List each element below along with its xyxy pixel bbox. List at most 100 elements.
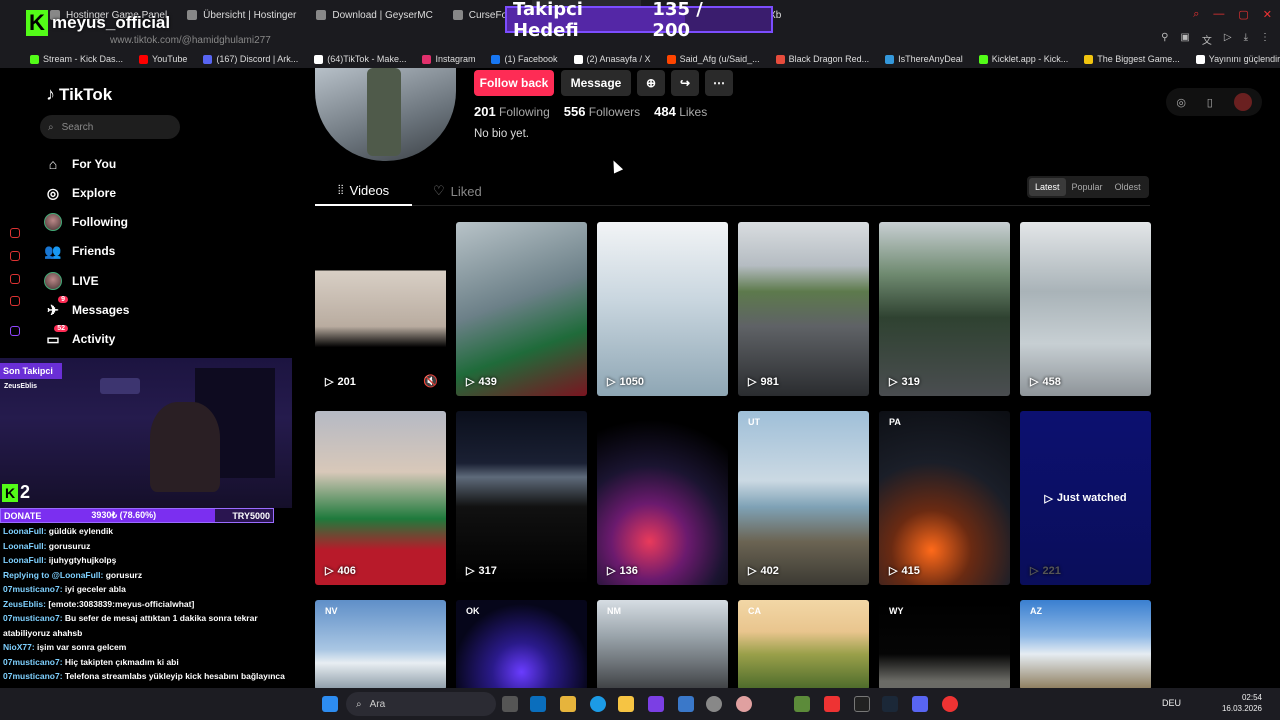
app-icon[interactable] xyxy=(736,696,752,712)
system-clock[interactable]: 02:54 16.03.2026 xyxy=(1222,692,1262,714)
add-friend-icon[interactable]: ⊕ xyxy=(637,70,665,96)
followers-stat[interactable]: 556 Followers xyxy=(564,104,640,119)
sidebar-item-activity[interactable]: ▭ 52 Activity xyxy=(44,325,115,351)
tiktok-logo[interactable]: ♪ TikTok xyxy=(46,84,112,105)
bookmark-item[interactable]: YouTube xyxy=(139,54,187,64)
following-stat[interactable]: 201 Following xyxy=(474,104,550,119)
extension-icon[interactable] xyxy=(10,296,20,306)
share-icon[interactable]: ↪ xyxy=(671,70,699,96)
bookmark-item[interactable]: IsThereAnyDeal xyxy=(885,54,963,64)
taskbar-search[interactable]: ⌕ Ara xyxy=(346,692,496,716)
message-button[interactable]: Message xyxy=(561,70,631,96)
tab-liked[interactable]: ♡ Liked xyxy=(433,176,493,206)
opera-gx-icon[interactable] xyxy=(942,696,958,712)
sort-popular[interactable]: Popular xyxy=(1066,178,1109,196)
more-icon[interactable]: ⋯ xyxy=(705,70,733,96)
bookmark-item[interactable]: (1) Facebook xyxy=(491,54,558,64)
bookmark-item[interactable]: The Biggest Game... xyxy=(1084,54,1180,64)
mute-icon[interactable]: 🔇 xyxy=(423,374,438,388)
video-thumbnail[interactable]: CA xyxy=(738,600,869,690)
search-input[interactable]: ⌕ Search xyxy=(40,115,180,139)
search-icon[interactable]: ⌕ xyxy=(1193,8,1199,21)
bookmark-item[interactable]: (167) Discord | Ark... xyxy=(203,54,298,64)
windows-start-icon[interactable] xyxy=(322,696,338,712)
video-thumbnail[interactable]: PA ▷ 415 xyxy=(879,411,1010,585)
video-thumbnail[interactable]: ▷ 439 xyxy=(456,222,587,396)
minimize-button[interactable]: — xyxy=(1213,8,1224,21)
video-thumbnail[interactable]: ▷ 317 xyxy=(456,411,587,585)
video-thumbnail[interactable]: NM xyxy=(597,600,728,690)
minecraft-icon[interactable] xyxy=(794,696,810,712)
sidebar-item-live[interactable]: LIVE xyxy=(44,269,99,293)
twitch-icon[interactable] xyxy=(10,326,20,336)
device-icon[interactable]: ▯ xyxy=(1207,96,1213,109)
video-thumbnail[interactable]: OK xyxy=(456,600,587,690)
discord-icon[interactable] xyxy=(912,696,928,712)
video-thumbnail[interactable]: ▷ 201 🔇 xyxy=(315,222,446,396)
maximize-button[interactable]: ▢ xyxy=(1238,8,1248,21)
bookmark-item[interactable]: Said_Afg (u/Said_... xyxy=(666,54,760,64)
video-thumbnail[interactable]: ▷ Just watched ▷ 221 xyxy=(1020,411,1151,585)
video-thumbnail[interactable]: UT ▷ 402 xyxy=(738,411,869,585)
play-icon[interactable]: ▷ xyxy=(1224,32,1232,47)
store-icon[interactable] xyxy=(618,696,634,712)
sort-oldest[interactable]: Oldest xyxy=(1109,178,1147,196)
app-icon[interactable] xyxy=(648,696,664,712)
video-thumbnail[interactable]: ▷ 136 xyxy=(597,411,728,585)
file-explorer-icon[interactable] xyxy=(560,696,576,712)
download-icon[interactable]: ⤓ xyxy=(1244,32,1248,47)
browser-tab[interactable]: Übersicht | Hostinger xyxy=(177,0,306,30)
close-button[interactable]: ✕ xyxy=(1263,8,1272,21)
play-icon: ▷ xyxy=(748,376,757,388)
follow-back-button[interactable]: Follow back xyxy=(474,70,554,96)
bookmark-item[interactable]: (2) Anasayfa / X xyxy=(573,54,651,64)
video-thumbnail[interactable]: WY xyxy=(879,600,1010,690)
sidebar-item-for-you[interactable]: ⌂ For You xyxy=(44,152,116,176)
video-thumbnail[interactable]: ▷ 458 xyxy=(1020,222,1151,396)
tab-icon[interactable]: ▣ xyxy=(1180,32,1189,47)
video-tag: PA xyxy=(889,417,901,427)
widgets-icon[interactable] xyxy=(530,696,546,712)
video-thumbnail[interactable]: ▷ 406 xyxy=(315,411,446,585)
edge-icon[interactable] xyxy=(590,696,606,712)
video-thumbnail[interactable]: ▷ 319 xyxy=(879,222,1010,396)
bookmark-item[interactable]: Black Dragon Red... xyxy=(775,54,869,64)
browser-toolbar: ⚲ ▣ 文 ▷ ⤓ ⋮ xyxy=(1161,32,1270,47)
epic-icon[interactable] xyxy=(854,696,870,712)
favicon-icon xyxy=(314,54,324,64)
sidebar-item-explore[interactable]: ◎ Explore xyxy=(44,181,116,205)
video-thumbnail[interactable]: ▷ 1050 xyxy=(597,222,728,396)
profile-avatar-small[interactable] xyxy=(1233,93,1252,111)
translate-icon[interactable]: 文 xyxy=(1202,32,1212,47)
play-icon: ▷ xyxy=(466,376,475,388)
app-icon[interactable] xyxy=(824,696,840,712)
app-icon[interactable] xyxy=(706,696,722,712)
extension-icon[interactable] xyxy=(10,228,20,238)
bookmark-item[interactable]: (64)TikTok - Make... xyxy=(314,54,406,64)
pip-icon[interactable]: ◎ xyxy=(1176,96,1186,109)
task-view-icon[interactable] xyxy=(502,696,518,712)
pin-icon[interactable]: ⚲ xyxy=(1161,32,1168,47)
sidebar-item-messages[interactable]: ✈ 9 Messages xyxy=(44,296,129,322)
video-thumbnail[interactable]: ▷ 981 xyxy=(738,222,869,396)
app-icon[interactable] xyxy=(678,696,694,712)
browser-tab[interactable]: Download | GeyserMC xyxy=(306,0,442,30)
bookmark-item[interactable]: Kicklet.app - Kick... xyxy=(978,54,1068,64)
bookmark-item[interactable]: Stream - Kick Das... xyxy=(30,54,123,64)
sidebar-item-following[interactable]: Following xyxy=(44,210,128,234)
language-indicator[interactable]: DEU xyxy=(1162,698,1181,708)
view-count-value: 981 xyxy=(760,375,779,388)
url-text[interactable]: www.tiktok.com/@hamidghulami277 xyxy=(110,35,271,46)
steam-icon[interactable] xyxy=(882,696,898,712)
tab-videos[interactable]: ⦙⦙ Videos xyxy=(315,176,412,206)
bookmark-item[interactable]: Instagram xyxy=(422,54,475,64)
extension-icon[interactable] xyxy=(10,251,20,261)
sidebar-item-friends[interactable]: 👥 Friends xyxy=(44,239,115,263)
extension-icon[interactable] xyxy=(10,274,20,284)
more-icon[interactable]: ⋮ xyxy=(1260,32,1270,47)
bookmark-item[interactable]: Yayınını güçlendir... xyxy=(1195,54,1280,64)
video-thumbnail[interactable]: AZ xyxy=(1020,600,1151,690)
sort-latest[interactable]: Latest xyxy=(1029,178,1066,196)
video-thumbnail[interactable]: NV xyxy=(315,600,446,690)
streamer-name: meyus_official xyxy=(52,13,171,32)
